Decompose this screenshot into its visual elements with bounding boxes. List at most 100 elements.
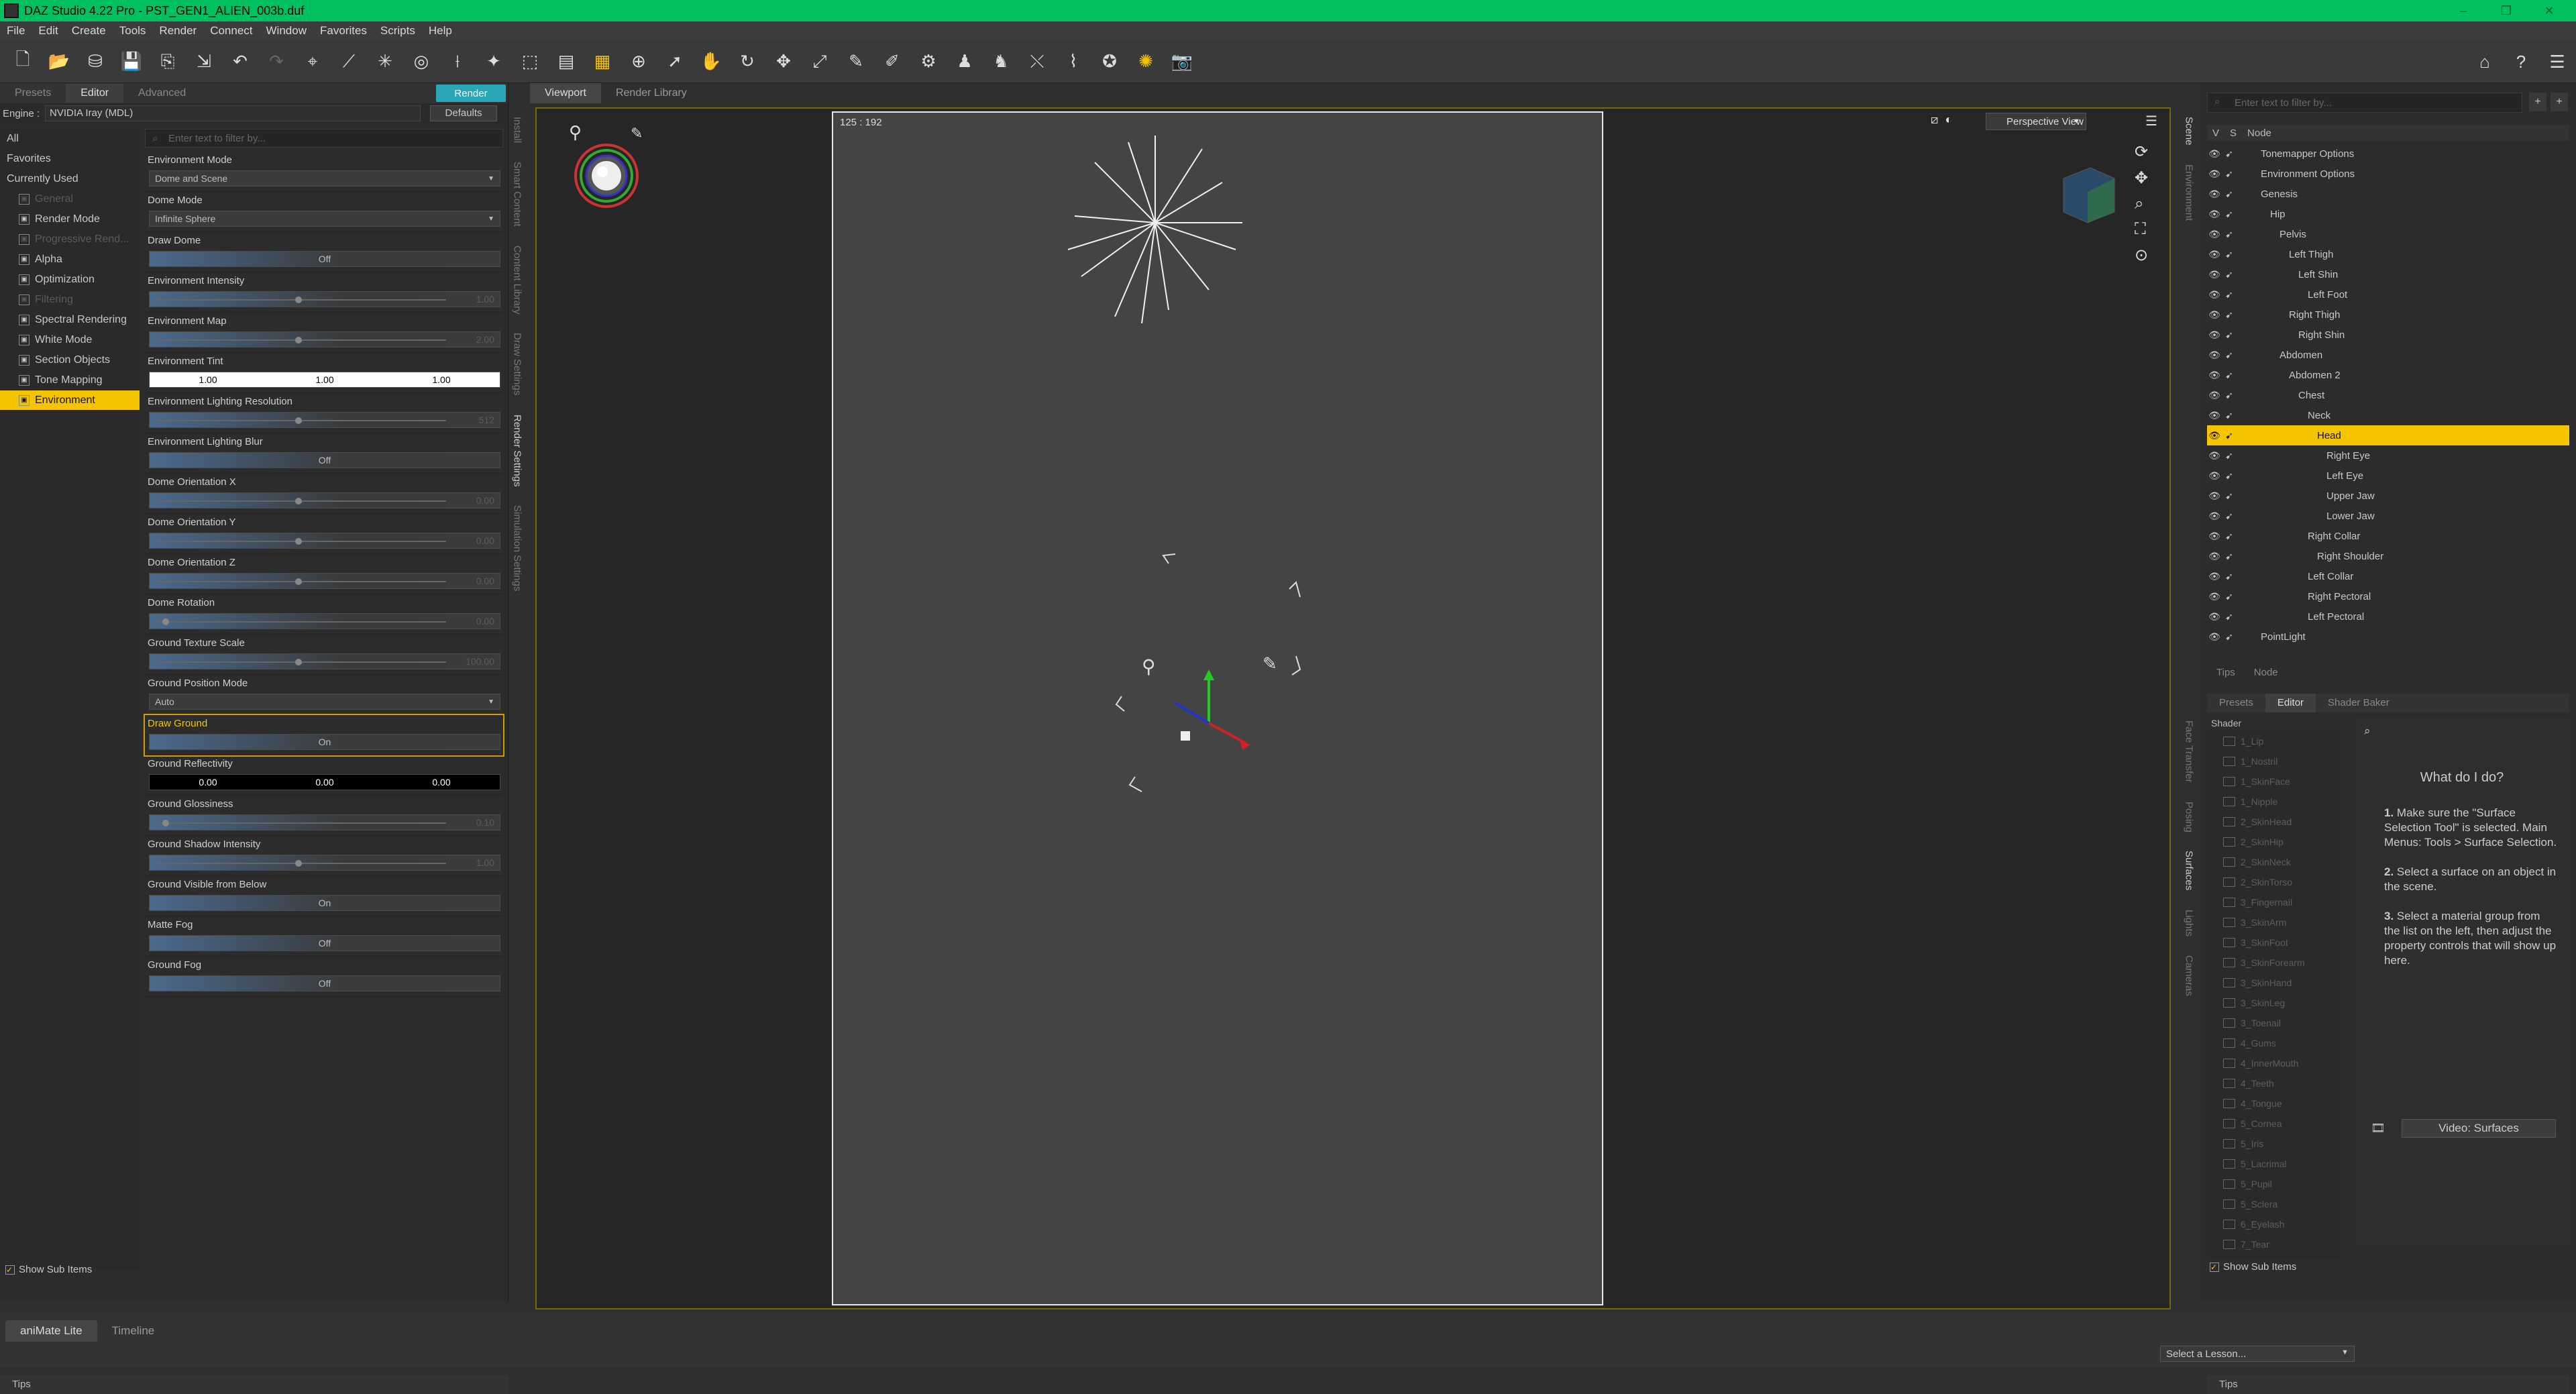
visibility-icon[interactable]: 👁 [2207, 229, 2222, 240]
shader-item[interactable]: 5_Iris [2207, 1134, 2341, 1154]
selectable-icon[interactable]: ➹ [2222, 450, 2237, 462]
orbit-icon[interactable]: ⟳ [2135, 142, 2148, 162]
selectable-icon[interactable]: ➹ [2222, 531, 2237, 542]
tab-presets[interactable]: Presets [0, 84, 66, 103]
selectable-icon[interactable]: ➹ [2222, 511, 2237, 522]
scale-icon[interactable]: ⤢ [804, 46, 836, 78]
shading-icon[interactable]: ◐ [1945, 113, 1952, 127]
head-manipulator[interactable]: ⚲ ✎ [1102, 542, 1336, 844]
menu-help[interactable]: Help [422, 24, 459, 38]
property-select[interactable]: Auto ▼ [149, 694, 500, 710]
engine-select[interactable]: NVIDIA Iray (MDL) [45, 105, 421, 121]
slider-knob[interactable] [294, 297, 302, 303]
slider-knob[interactable] [294, 538, 302, 545]
selectable-icon[interactable]: ➹ [2222, 611, 2237, 623]
rgb-value[interactable]: 0.00 [315, 777, 333, 788]
universal-tool-icon[interactable]: ⊕ [623, 46, 655, 78]
visibility-icon[interactable]: 👁 [2207, 490, 2222, 502]
scene-node[interactable]: 👁 ➹ Left Shin [2207, 264, 2569, 284]
spot-render-camera-icon[interactable]: ⌇ [1057, 46, 1089, 78]
vtab-environment[interactable]: Environment [2184, 155, 2195, 230]
show-sub-items-checkbox[interactable]: ✓ Show Sub Items [5, 1264, 92, 1275]
scene-node[interactable]: 👁 ➹ Abdomen [2207, 345, 2569, 365]
tab-editor[interactable]: Editor [66, 84, 124, 103]
selectable-icon[interactable]: ➹ [2222, 490, 2237, 502]
surfaces-tab-shader-baker[interactable]: Shader Baker [2316, 694, 2402, 712]
category-item[interactable]: All [0, 129, 140, 149]
selectable-icon[interactable]: ➹ [2222, 148, 2237, 160]
visibility-icon[interactable]: 👁 [2207, 189, 2222, 200]
vtab-simulation-settings[interactable]: Simulation Settings [512, 496, 523, 600]
surface-selection-icon[interactable]: ▦ [586, 46, 619, 78]
scene-node[interactable]: 👁 ➹ Pelvis [2207, 224, 2569, 244]
weight-brush-icon[interactable]: ✐ [876, 46, 908, 78]
scene-node[interactable]: 👁 ➹ Left Eye [2207, 466, 2569, 486]
property-toggle[interactable]: Off [149, 935, 500, 951]
viewport[interactable]: ⚲ ✎ 125 : 192 ⚲ ✎ ⧄ ◐ Perspective View ▼… [535, 107, 2171, 1309]
render-canvas[interactable]: 125 : 192 ⚲ ✎ [832, 111, 1603, 1305]
slider-knob[interactable] [294, 578, 302, 585]
joint-editor-icon[interactable]: ⟋ [333, 46, 365, 78]
render-settings-icon[interactable]: ✪ [1093, 46, 1126, 78]
visibility-icon[interactable]: 👁 [2207, 370, 2222, 381]
rotate-icon[interactable]: ↻ [731, 46, 763, 78]
selectable-icon[interactable]: ➹ [2222, 350, 2237, 361]
selectable-icon[interactable]: ➹ [2222, 551, 2237, 562]
shader-item[interactable]: 6_Eyelash [2207, 1214, 2341, 1234]
property-rgb[interactable]: 0.00 0.00 0.00 [149, 774, 500, 790]
video-surfaces-button[interactable]: Video: Surfaces [2402, 1119, 2556, 1138]
dforce-icon[interactable]: ⬚ [514, 46, 546, 78]
selectable-icon[interactable]: ➹ [2222, 229, 2237, 240]
selectable-icon[interactable]: ➹ [2222, 470, 2237, 482]
scene-node[interactable]: 👁 ➹ Hip [2207, 204, 2569, 224]
save-icon[interactable]: 💾 [115, 46, 148, 78]
shader-item[interactable]: 3_SkinFoot [2207, 932, 2341, 953]
region-nav-icon[interactable]: ◎ [405, 46, 437, 78]
visibility-icon[interactable]: 👁 [2207, 631, 2222, 643]
rgb-value[interactable]: 1.00 [432, 374, 450, 385]
visibility-icon[interactable]: 👁 [2207, 309, 2222, 321]
selectable-icon[interactable]: ➹ [2222, 591, 2237, 602]
visibility-icon[interactable]: 👁 [2207, 611, 2222, 623]
scene-node[interactable]: 👁 ➹ Right Collar [2207, 526, 2569, 546]
selectable-icon[interactable]: ➹ [2222, 289, 2237, 301]
close-icon[interactable]: ✕ [2528, 0, 2571, 21]
property-toggle[interactable]: Off [149, 251, 500, 267]
new-scene-icon[interactable]: 🗋 [7, 46, 39, 78]
selectable-icon[interactable]: ➹ [2222, 571, 2237, 582]
selectable-icon[interactable]: ➹ [2222, 168, 2237, 180]
slider-knob[interactable] [294, 659, 302, 665]
vtab-surfaces[interactable]: Surfaces [2184, 841, 2195, 900]
shader-item[interactable]: 3_SkinArm [2207, 912, 2341, 932]
vtab-install[interactable]: Install [512, 107, 523, 152]
shader-item[interactable]: 2_SkinTorso [2207, 872, 2341, 892]
property-slider[interactable]: 1.00 [149, 855, 500, 871]
frame-icon[interactable]: ⛶ [2135, 220, 2148, 239]
menu-render[interactable]: Render [152, 24, 203, 38]
vtab-face-transfer[interactable]: Face Transfer [2184, 711, 2195, 792]
selectable-icon[interactable]: ➹ [2222, 430, 2237, 441]
menu-window[interactable]: Window [260, 24, 313, 38]
visibility-icon[interactable]: 👁 [2207, 430, 2222, 441]
home-icon[interactable]: ⌂ [2469, 46, 2501, 78]
tab-viewport[interactable]: Viewport [530, 83, 601, 103]
transfer-icon[interactable]: ⤬ [1021, 46, 1053, 78]
scene-node[interactable]: 👁 ➹ Right Eye [2207, 445, 2569, 466]
slider-knob[interactable] [162, 619, 169, 625]
visibility-icon[interactable]: 👁 [2207, 148, 2222, 160]
slider-knob[interactable] [294, 860, 302, 867]
surfaces-tab-editor[interactable]: Editor [2265, 694, 2316, 712]
draw-style-icon[interactable]: ⧄ [1931, 113, 1938, 127]
selectable-icon[interactable]: ➹ [2222, 269, 2237, 280]
tips-tab[interactable]: Tips [0, 1375, 508, 1394]
help-icon[interactable]: ? [2505, 46, 2537, 78]
scene-node[interactable]: 👁 ➹ Right Pectoral [2207, 586, 2569, 606]
vtab-posing[interactable]: Posing [2184, 792, 2195, 842]
scene-node[interactable]: 👁 ➹ Head [2207, 425, 2569, 445]
menu-connect[interactable]: Connect [203, 24, 259, 38]
rgb-value[interactable]: 1.00 [315, 374, 333, 385]
shader-item[interactable]: 5_Lacrimal [2207, 1154, 2341, 1174]
tab-render-library[interactable]: Render Library [601, 83, 702, 103]
slider-knob[interactable] [162, 820, 169, 826]
visibility-icon[interactable]: 👁 [2207, 289, 2222, 301]
